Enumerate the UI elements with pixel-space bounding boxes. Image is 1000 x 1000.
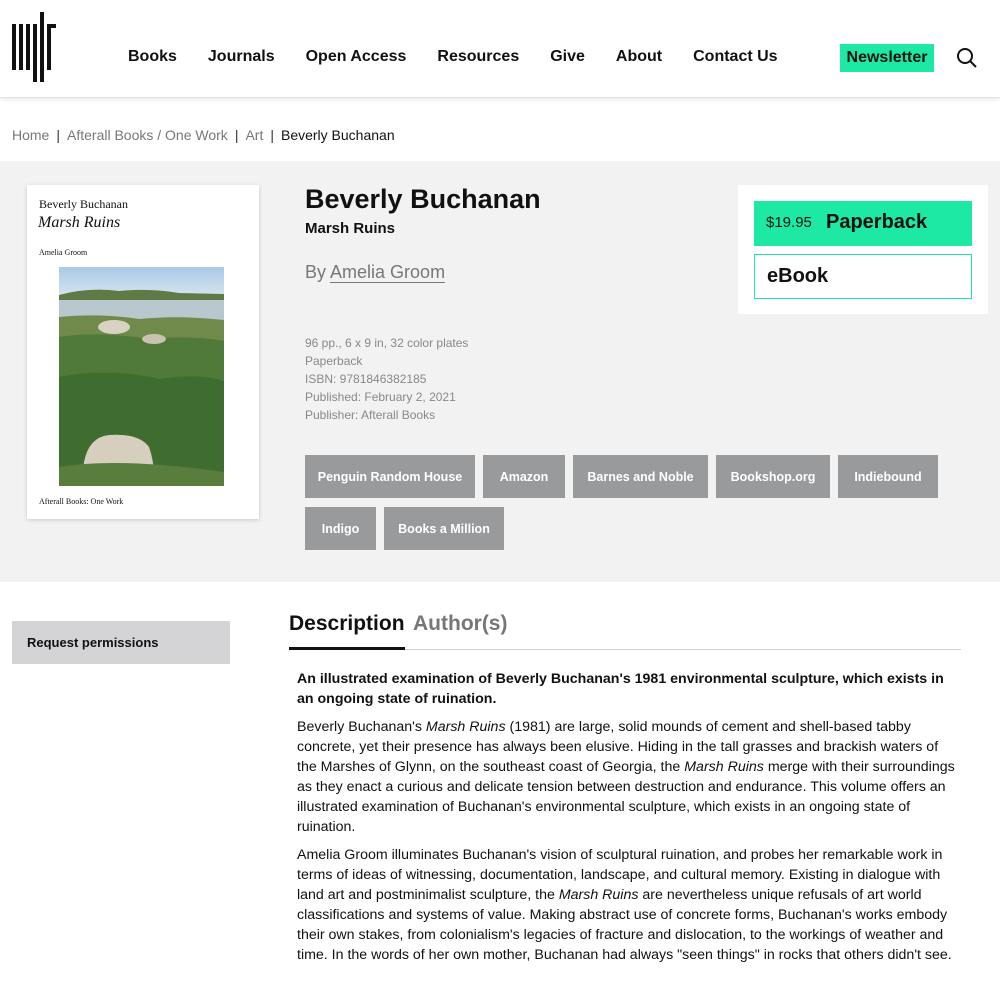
cover-author: Beverly Buchanan <box>39 197 128 211</box>
book-subtitle: Marsh Ruins <box>305 220 396 237</box>
paperback-price: $19.95 <box>766 214 812 231</box>
paperback-label: Paperback <box>826 211 928 233</box>
breadcrumb-separator: | <box>234 127 239 143</box>
byline-prefix: By <box>305 262 327 282</box>
content-tabs: Description Author(s) <box>289 612 961 650</box>
nav-about[interactable]: About <box>616 48 662 66</box>
cover-byline: Amelia Groom <box>39 248 88 257</box>
tab-authors[interactable]: Author(s) <box>413 612 507 636</box>
buy-ebook-button[interactable]: eBook <box>754 254 972 299</box>
retailer-indigo-button[interactable]: Indigo <box>305 507 376 550</box>
mit-press-logo-icon[interactable] <box>12 12 56 82</box>
ebook-label: eBook <box>767 265 829 287</box>
retailer-amazon-button[interactable]: Amazon <box>483 455 565 498</box>
retailer-bookshop-button[interactable]: Bookshop.org <box>716 455 830 498</box>
breadcrumb-art[interactable]: Art <box>245 127 263 143</box>
breadcrumb: Home | Afterall Books / One Work | Art |… <box>12 127 395 143</box>
description-lead: An illustrated examination of Beverly Bu… <box>297 671 944 707</box>
nav-open-access[interactable]: Open Access <box>306 48 407 66</box>
tab-description[interactable]: Description <box>289 612 405 650</box>
breadcrumb-separator: | <box>270 127 274 143</box>
book-byline: By Amelia Groom <box>305 262 446 283</box>
breadcrumb-separator: | <box>56 127 60 143</box>
cover-title: Marsh Ruins <box>38 214 121 231</box>
search-icon[interactable] <box>956 47 978 69</box>
breadcrumb-current: Beverly Buchanan <box>280 127 395 143</box>
request-permissions-button[interactable]: Request permissions <box>12 621 230 664</box>
newsletter-button[interactable]: Newsletter <box>840 44 934 72</box>
meta-isbn: ISBN: 9781846382185 <box>305 372 427 386</box>
book-title: Beverly Buchanan <box>305 184 541 214</box>
author-link[interactable]: Amelia Groom <box>330 262 446 283</box>
breadcrumb-series[interactable]: Afterall Books / One Work <box>67 127 228 143</box>
book-cover: Beverly Buchanan Marsh Ruins Amelia Groo… <box>27 185 259 519</box>
retailer-barnes-and-noble-button[interactable]: Barnes and Noble <box>573 455 708 498</box>
retailer-books-a-million-button[interactable]: Books a Million <box>384 507 504 550</box>
book-meta: 96 pp., 6 x 9 in, 32 color plates Paperb… <box>305 334 468 424</box>
buy-paperback-button[interactable]: $19.95 Paperback <box>754 201 972 246</box>
nav-books[interactable]: Books <box>128 48 177 66</box>
nav-give[interactable]: Give <box>550 48 585 66</box>
nav-journals[interactable]: Journals <box>208 48 275 66</box>
retailer-penguin-random-house-button[interactable]: Penguin Random House <box>305 455 475 498</box>
breadcrumb-home[interactable]: Home <box>12 127 49 143</box>
site-header: Books Journals Open Access Resources Giv… <box>0 0 1000 98</box>
cover-series: Afterall Books: One Work <box>39 497 124 506</box>
cover-photo <box>59 267 224 486</box>
main-nav: Books Journals Open Access Resources Giv… <box>128 48 809 66</box>
meta-format: Paperback <box>305 354 363 368</box>
meta-dimensions: 96 pp., 6 x 9 in, 32 color plates <box>305 336 469 350</box>
retailer-indiebound-button[interactable]: Indiebound <box>838 455 938 498</box>
meta-published: Published: February 2, 2021 <box>305 390 456 404</box>
meta-publisher: Publisher: Afterall Books <box>305 408 436 422</box>
book-description: An illustrated examination of Beverly Bu… <box>297 669 957 973</box>
nav-contact-us[interactable]: Contact Us <box>693 48 777 66</box>
buy-box: $19.95 Paperback eBook <box>738 185 988 314</box>
description-paragraph-2: Amelia Groom illuminates Buchanan's visi… <box>297 847 952 963</box>
description-paragraph-1: Beverly Buchanan's Marsh Ruins (1981) ar… <box>297 719 955 835</box>
nav-resources[interactable]: Resources <box>437 48 519 66</box>
